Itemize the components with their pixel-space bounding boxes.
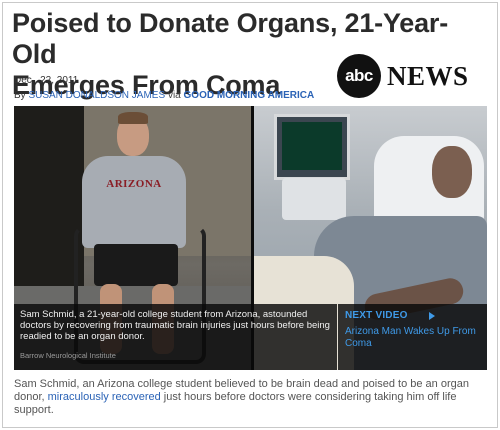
person-sweatshirt: [82, 156, 186, 248]
abc-logo-circle: abc: [337, 54, 381, 98]
article-date: Dec., 22, 2011: [14, 75, 79, 86]
byline-via: via: [167, 90, 181, 101]
caption-text: Sam Schmid, a 21-year-old college studen…: [20, 309, 330, 342]
author-link[interactable]: Susan Donaldson James: [28, 90, 165, 101]
play-arrow-icon: [429, 312, 435, 320]
medical-monitor: [274, 114, 350, 180]
sweatshirt-text: ARIZONA: [106, 178, 162, 190]
monitor-screen: [282, 122, 342, 170]
photo-credit: Barrow Neurological Institute: [20, 351, 116, 360]
news-wordmark: NEWS: [387, 61, 469, 91]
next-video-label[interactable]: Next Video: [345, 310, 408, 321]
outlet-link[interactable]: Good Morning America: [184, 90, 315, 101]
medical-machine: [282, 178, 346, 220]
patient-head: [432, 146, 472, 198]
miraculously-recovered-link[interactable]: miraculously recovered: [48, 391, 161, 403]
abc-news-logo: abc NEWS: [337, 54, 487, 98]
next-video-title-link[interactable]: Arizona Man Wakes Up From Coma: [345, 326, 483, 350]
next-video-panel[interactable]: Next Video Arizona Man Wakes Up From Com…: [338, 304, 487, 370]
person-hair: [118, 112, 148, 124]
photo-caption: Sam Schmid, a 21-year-old college studen…: [14, 304, 337, 370]
article-body: Sam Schmid, an Arizona college student b…: [14, 378, 489, 417]
person-shorts: [94, 244, 178, 286]
article-byline: By Susan Donaldson James via Good Mornin…: [14, 90, 314, 101]
byline-prefix: By: [14, 90, 26, 101]
